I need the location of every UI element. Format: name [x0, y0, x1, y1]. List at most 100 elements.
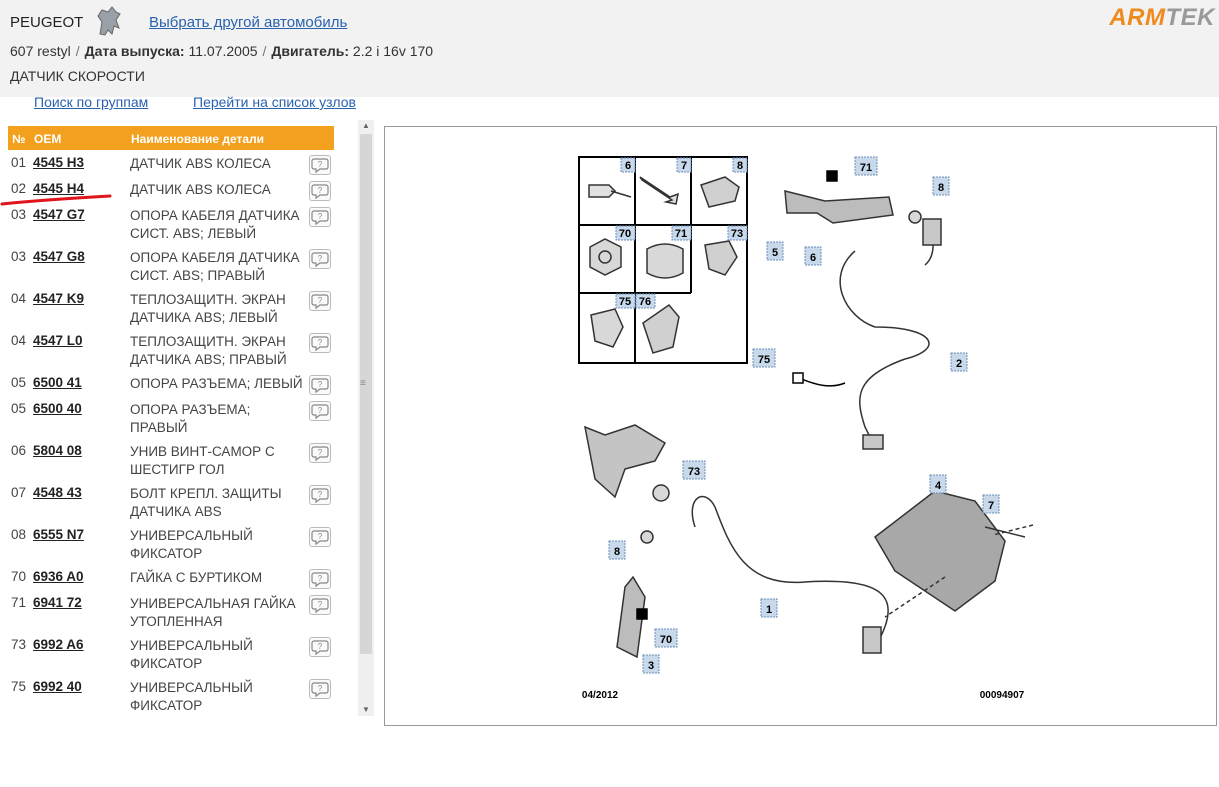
oem-link[interactable]: 4545 H3 [33, 155, 84, 170]
diagram-code: 00094907 [980, 690, 1025, 701]
release-date: 11.07.2005 [188, 43, 258, 59]
scroll-thumb[interactable] [360, 134, 372, 654]
part-name: ТЕПЛОЗАЩИТН. ЭКРАН ДАТЧИКА ABS; ПРАВЫЙ [130, 334, 287, 367]
question-icon[interactable]: ? [309, 401, 331, 421]
table-row[interactable]: 75 6992 40 УНИВЕРСАЛЬНЫЙ ФИКСАТОР? [8, 674, 334, 716]
engine-value: 2.2 i 16v 170 [352, 43, 434, 59]
row-number: 01 [11, 155, 27, 170]
row-number: 05 [11, 401, 27, 416]
table-row[interactable]: 03 4547 G7 ОПОРА КАБЕЛЯ ДАТЧИКА СИСТ. ABS;… [8, 202, 334, 244]
connector-icon [922, 218, 942, 246]
oem-link[interactable]: 6500 41 [33, 375, 82, 390]
question-icon[interactable]: ? [309, 569, 331, 589]
part-name: ГАЙКА С БУРТИКОМ [130, 570, 263, 585]
table-row[interactable]: 70 6936 A0 ГАЙКА С БУРТИКОМ? [8, 564, 334, 590]
question-icon[interactable]: ? [309, 181, 331, 201]
question-icon[interactable]: ? [309, 155, 331, 175]
question-icon[interactable]: ? [309, 333, 331, 353]
callout-5: 5 [766, 241, 784, 261]
oem-link[interactable]: 6941 72 [33, 595, 82, 610]
oem-link[interactable]: 6936 A0 [33, 569, 84, 584]
oem-link[interactable]: 4547 G7 [33, 207, 85, 222]
diagram-drawing: 6 7 8 70 71 73 75 76 1 2 3 4 5 6 7 8 8 7… [578, 156, 1034, 701]
question-icon[interactable]: ? [309, 291, 331, 311]
table-row[interactable]: 01 4545 H3 ДАТЧИК ABS КОЛЕСА? [8, 150, 334, 176]
clip-73-icon [704, 240, 738, 276]
parts-scrollbar[interactable]: ▲ ▼ [358, 120, 374, 716]
oem-link[interactable]: 6992 A6 [33, 637, 84, 652]
table-row[interactable]: 71 6941 72 УНИВЕРСАЛЬНАЯ ГАЙКА УТОПЛЕННАЯ? [8, 590, 334, 632]
cable-2 [839, 250, 930, 444]
oem-link[interactable]: 6555 N7 [33, 527, 84, 542]
cable-1 [691, 495, 889, 648]
splitter-handle-icon[interactable]: ≡ [360, 378, 366, 389]
diagram-date: 04/2012 [582, 690, 619, 701]
callout-75: 75 [752, 348, 776, 368]
callout-75-legend: 75 [615, 293, 636, 309]
oem-link[interactable]: 5804 08 [33, 443, 82, 458]
callout-7-legend: 7 [676, 157, 692, 173]
table-row[interactable]: 08 6555 N7 УНИВЕРСАЛЬНЫЙ ФИКСАТОР? [8, 522, 334, 564]
question-icon[interactable]: ? [309, 637, 331, 657]
svg-text:73: 73 [731, 228, 743, 240]
svg-text:?: ? [318, 212, 323, 221]
table-row[interactable]: 05 6500 41 ОПОРА РАЗЪЕМА; ЛЕВЫЙ? [8, 370, 334, 396]
oem-link[interactable]: 4547 L0 [33, 333, 83, 348]
oem-link[interactable]: 4547 G8 [33, 249, 85, 264]
question-icon[interactable]: ? [309, 443, 331, 463]
table-row[interactable]: 04 4547 K9 ТЕПЛОЗАЩИТН. ЭКРАН ДАТЧИКА ABS;… [8, 286, 334, 328]
svg-text:?: ? [318, 160, 323, 169]
peugeot-lion-icon [97, 6, 121, 36]
part-name: ДАТЧИК ABS КОЛЕСА [130, 182, 271, 197]
part-name: ДАТЧИК ABS КОЛЕСА [130, 156, 271, 171]
question-icon[interactable]: ? [309, 485, 331, 505]
callout-6-legend: 6 [620, 157, 636, 173]
armtek-logo[interactable]: ARMTEK [1109, 4, 1215, 32]
oem-link[interactable]: 6992 40 [33, 679, 82, 694]
question-icon[interactable]: ? [309, 679, 331, 699]
question-icon[interactable]: ? [309, 375, 331, 395]
oem-link[interactable]: 6500 40 [33, 401, 82, 416]
oem-link[interactable]: 4547 K9 [33, 291, 84, 306]
svg-text:1: 1 [766, 604, 772, 616]
question-icon[interactable]: ? [309, 527, 331, 547]
callout-76-legend: 76 [635, 293, 656, 309]
svg-text:?: ? [318, 684, 323, 693]
table-header: № OEM Наименование детали [8, 126, 334, 150]
parts-diagram[interactable]: 6 7 8 70 71 73 75 76 1 2 3 4 5 6 7 8 8 7… [384, 126, 1217, 726]
oem-link[interactable]: 4548 43 [33, 485, 82, 500]
table-row[interactable]: 05 6500 40 ОПОРА РАЗЪЕМА; ПРАВЫЙ? [8, 396, 334, 438]
part-name: УНИВ ВИНТ-САМОР С ШЕСТИГР ГОЛ [130, 444, 275, 477]
row-number: 06 [11, 443, 27, 458]
svg-text:?: ? [318, 338, 323, 347]
table-row[interactable]: 03 4547 G8 ОПОРА КАБЕЛЯ ДАТЧИКА СИСТ. ABS;… [8, 244, 334, 286]
row-number: 71 [11, 595, 27, 610]
col-name-header: Наименование детали [131, 132, 265, 146]
callout-71: 71 [854, 156, 878, 176]
table-row[interactable]: 73 6992 A6 УНИВЕРСАЛЬНЫЙ ФИКСАТОР? [8, 632, 334, 674]
table-row[interactable]: 07 4548 43 БОЛТ КРЕПЛ. ЗАЩИТЫ ДАТЧИКА ABS? [8, 480, 334, 522]
part-name: УНИВЕРСАЛЬНАЯ ГАЙКА УТОПЛЕННАЯ [130, 596, 296, 629]
change-car-link[interactable]: Выбрать другой автомобиль [149, 14, 347, 31]
bracket-5 [784, 190, 894, 224]
scroll-up-icon[interactable]: ▲ [358, 120, 374, 132]
callout-2: 2 [950, 352, 968, 372]
col-num-header: № [12, 132, 26, 146]
svg-text:7: 7 [681, 160, 687, 172]
units-list-link[interactable]: Перейти на список узлов [193, 94, 356, 110]
part-name: ОПОРА КАБЕЛЯ ДАТЧИКА СИСТ. ABS; ПРАВЫЙ [130, 250, 300, 283]
row-number: 70 [11, 569, 27, 584]
svg-text:73: 73 [688, 466, 700, 478]
question-icon[interactable]: ? [309, 249, 331, 269]
svg-text:75: 75 [758, 354, 770, 366]
question-icon[interactable]: ? [309, 207, 331, 227]
question-icon[interactable]: ? [309, 595, 331, 615]
svg-text:71: 71 [675, 228, 687, 240]
table-row[interactable]: 04 4547 L0 ТЕПЛОЗАЩИТН. ЭКРАН ДАТЧИКА ABS;… [8, 328, 334, 370]
table-row[interactable]: 06 5804 08 УНИВ ВИНТ-САМОР С ШЕСТИГР ГОЛ? [8, 438, 334, 480]
callout-1: 1 [760, 598, 778, 618]
svg-text:8: 8 [614, 546, 620, 558]
scroll-down-icon[interactable]: ▼ [358, 704, 374, 716]
nut-71-icon [646, 243, 684, 279]
search-groups-link[interactable]: Поиск по группам [34, 94, 148, 110]
